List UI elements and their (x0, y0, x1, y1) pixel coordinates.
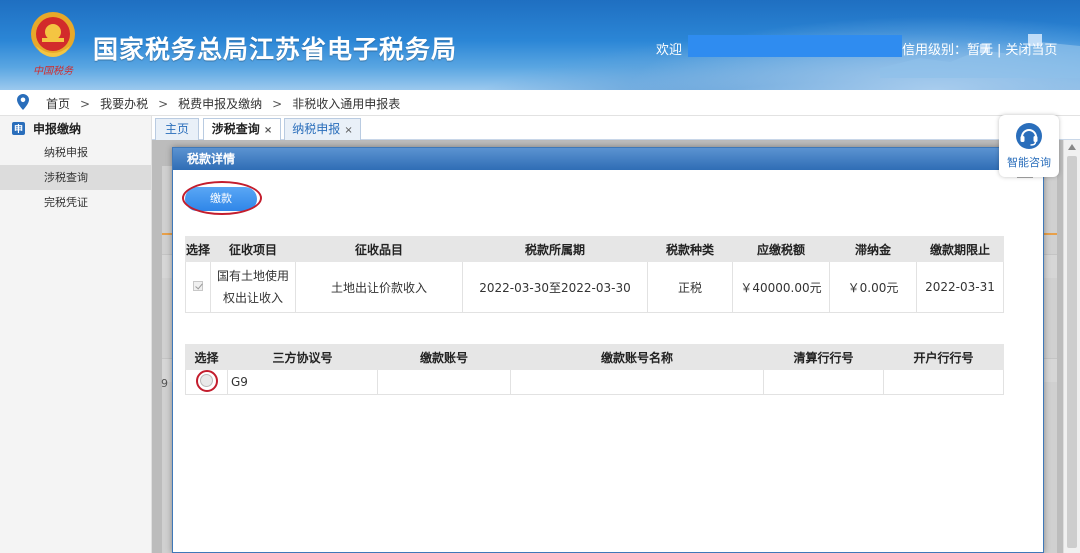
clearing-bank-cell (763, 369, 884, 395)
header-separator: | (997, 43, 1002, 58)
levy-item-cell: 国有土地使用权出让收入 (210, 261, 296, 313)
sidebar-item-declaration[interactable]: 纳税申报 (0, 140, 151, 165)
breadcrumb-home[interactable]: 首页 (46, 97, 70, 111)
col-tax-type: 税款种类 (647, 236, 733, 262)
col-account-name: 缴款账号名称 (510, 344, 764, 370)
levy-category-cell: 土地出让价款收入 (295, 261, 463, 313)
breadcrumb-current: 非税收入通用申报表 (292, 97, 401, 111)
scroll-up-icon[interactable] (1068, 144, 1076, 150)
site-header: 中国税务 国家税务总局江苏省电子税务局 欢迎 信用级别：暂无 | 关闭当页 (0, 0, 1080, 90)
opening-bank-cell (883, 369, 1004, 395)
tab-label: 涉税查询 (211, 122, 260, 136)
tax-type-cell: 正税 (647, 261, 733, 313)
breadcrumb: 首页 > 我要办税 > 税费申报及缴纳 > 非税收入通用申报表 (0, 90, 1080, 116)
table-row[interactable]: G9 (185, 369, 1004, 395)
tab-label: 主页 (164, 122, 189, 136)
account-table: 选择 三方协议号 缴款账号 缴款账号名称 清算行行号 开户行行号 G9 (185, 344, 1004, 395)
tax-table-header: 选择 征收项目 征收品目 税款所属期 税款种类 应缴税额 滞纳金 缴款期限止 (185, 236, 1004, 262)
background-row-text: 9 (161, 377, 168, 390)
dialog-title: 税款详情 (173, 148, 1043, 170)
account-no-cell (377, 369, 511, 395)
col-clearing-bank: 清算行行号 (763, 344, 884, 370)
declare-section-icon: 申 (12, 121, 25, 135)
col-select: 选择 (185, 236, 211, 262)
agreement-no-cell: G9 (227, 369, 378, 395)
col-account-no: 缴款账号 (377, 344, 511, 370)
table-row: 国有土地使用权出让收入 土地出让价款收入 2022-03-30至2022-03-… (185, 261, 1004, 313)
tab-label: 纳税申报 (292, 122, 341, 136)
username-redacted (688, 35, 902, 57)
consult-label: 智能咨询 (1007, 156, 1051, 169)
tax-period-cell: 2022-03-30至2022-03-30 (462, 261, 648, 313)
welcome-text: 欢迎 (656, 43, 683, 58)
breadcrumb-declare[interactable]: 税费申报及缴纳 (178, 97, 262, 111)
site-title: 国家税务总局江苏省电子税务局 (93, 35, 458, 64)
sidebar-item-query[interactable]: 涉税查询 (0, 165, 151, 190)
close-icon[interactable]: × (344, 125, 352, 136)
col-amount-due: 应缴税额 (732, 236, 830, 262)
account-radio[interactable] (200, 374, 213, 387)
col-levy-item: 征收项目 (210, 236, 296, 262)
tab-home[interactable]: 主页 (155, 118, 199, 140)
pay-button[interactable]: 缴款 (185, 187, 257, 211)
tab-bar: 主页 涉税查询 × 纳税申报 × (152, 116, 1080, 140)
tab-query[interactable]: 涉税查询 × (203, 118, 281, 140)
col-tax-period: 税款所属期 (462, 236, 648, 262)
col-agreement-no: 三方协议号 (227, 344, 378, 370)
sidebar-section-title: 申报缴纳 (33, 121, 82, 136)
col-opening-bank: 开户行行号 (883, 344, 1004, 370)
col-late-fee: 滞纳金 (829, 236, 917, 262)
select-checkbox[interactable] (193, 281, 203, 291)
col-select: 选择 (185, 344, 228, 370)
sidebar-section[interactable]: 申 申报缴纳 (0, 116, 151, 140)
close-icon[interactable]: × (264, 125, 272, 136)
deadline-cell: 2022-03-31 (916, 261, 1004, 313)
col-deadline: 缴款期限止 (916, 236, 1004, 262)
account-table-header: 选择 三方协议号 缴款账号 缴款账号名称 清算行行号 开户行行号 (185, 344, 1004, 370)
breadcrumb-tax[interactable]: 我要办税 (100, 97, 148, 111)
tab-declaration[interactable]: 纳税申报 × (284, 118, 361, 140)
vertical-scrollbar[interactable] (1063, 140, 1080, 553)
amount-due-cell: ￥40000.00元 (732, 261, 830, 313)
credit-level: 信用级别：暂无 (902, 43, 994, 58)
late-fee-cell: ￥0.00元 (829, 261, 917, 313)
header-links: 信用级别：暂无 | 关闭当页 (902, 39, 1057, 58)
col-levy-category: 征收品目 (295, 236, 463, 262)
emblem-signature: 中国税务 (33, 65, 74, 77)
sidebar-item-certificate[interactable]: 完税凭证 (0, 190, 151, 215)
tax-emblem-icon: 中国税务 (31, 12, 75, 77)
close-page-link[interactable]: 关闭当页 (1005, 43, 1057, 58)
account-name-cell (510, 369, 764, 395)
location-pin-icon (17, 94, 29, 110)
sidebar: 申 申报缴纳 纳税申报 涉税查询 完税凭证 (0, 116, 152, 553)
tax-table: 选择 征收项目 征收品目 税款所属期 税款种类 应缴税额 滞纳金 缴款期限止 国… (185, 236, 1004, 313)
scroll-thumb[interactable] (1067, 156, 1077, 548)
headset-icon (1016, 123, 1042, 149)
tax-detail-dialog: 税款详情 缴款 选择 征收项目 征收品目 税款所属期 税款种类 应缴税额 滞纳金… (172, 147, 1044, 553)
smart-consult-widget[interactable]: 智能咨询 (999, 115, 1059, 177)
